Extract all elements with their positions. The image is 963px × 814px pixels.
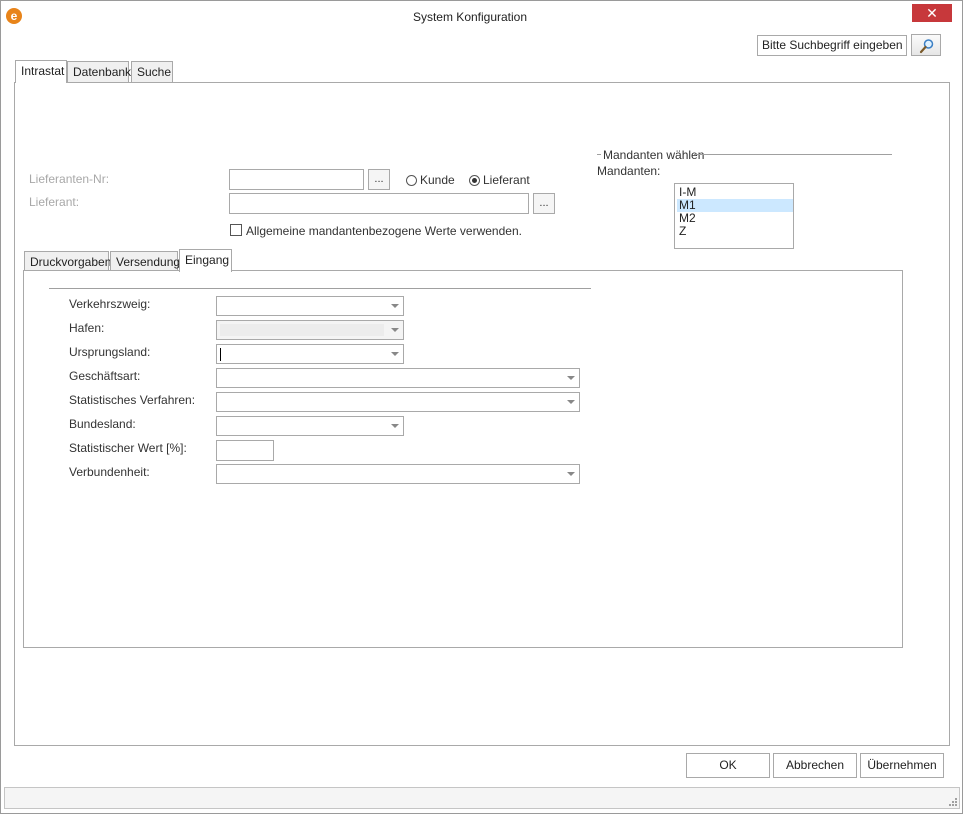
chevron-down-icon	[567, 376, 575, 380]
verkehrszweig-label: Verkehrszweig:	[69, 297, 151, 311]
statistischer-wert-input[interactable]	[216, 440, 274, 461]
bundesland-combo[interactable]	[216, 416, 404, 436]
bundesland-label: Bundesland:	[69, 417, 136, 431]
ursprungsland-combo[interactable]	[216, 344, 404, 364]
chevron-down-icon	[567, 400, 575, 404]
list-item[interactable]: Z	[677, 225, 793, 238]
resize-grip-icon[interactable]	[946, 795, 958, 807]
radio-kunde[interactable]	[406, 175, 417, 186]
lieferant-input[interactable]	[229, 193, 529, 214]
chevron-down-icon	[391, 424, 399, 428]
chevron-down-icon	[391, 352, 399, 356]
close-button[interactable]: ✕	[912, 4, 952, 22]
search-input[interactable]: Bitte Suchbegriff eingeben	[757, 35, 907, 56]
verbundenheit-label: Verbundenheit:	[69, 465, 150, 479]
abbrechen-button[interactable]: Abbrechen	[773, 753, 857, 778]
hafen-combo[interactable]	[216, 320, 404, 340]
uebernehmen-button[interactable]: Übernehmen	[860, 753, 944, 778]
list-item[interactable]: M2	[677, 212, 793, 225]
lieferant-label: Lieferant:	[29, 195, 80, 209]
mandanten-listbox[interactable]: I-M M1 M2 Z	[674, 183, 794, 249]
window-title: System Konfiguration	[412, 10, 528, 24]
radio-kunde-label: Kunde	[420, 173, 455, 187]
mandanten-group-title: Mandanten wählen	[603, 148, 705, 162]
lieferanten-nr-browse-button[interactable]: ...	[368, 169, 390, 190]
tab-versendung[interactable]: Versendung	[110, 251, 180, 272]
statistisches-verfahren-label: Statistisches Verfahren:	[69, 393, 196, 407]
lieferanten-nr-label: Lieferanten-Nr:	[29, 172, 110, 186]
combo-disabled-fill	[220, 324, 384, 336]
chevron-down-icon	[567, 472, 575, 476]
magnifier-icon	[919, 39, 934, 54]
hafen-label: Hafen:	[69, 321, 105, 335]
group-line-left	[597, 154, 601, 155]
mandanten-werte-checkbox[interactable]	[230, 224, 242, 236]
verbundenheit-combo[interactable]	[216, 464, 580, 484]
text-caret	[220, 348, 221, 361]
lieferant-browse-button[interactable]: ...	[533, 193, 555, 214]
statistisches-verfahren-combo[interactable]	[216, 392, 580, 412]
radio-lieferant[interactable]	[469, 175, 480, 186]
tab-druckvorgaben[interactable]: Druckvorgaben	[24, 251, 111, 272]
mandanten-werte-checkbox-label: Allgemeine mandantenbezogene Werte verwe…	[246, 224, 522, 238]
ursprungsland-label: Ursprungsland:	[69, 345, 151, 359]
geschaeftsart-label: Geschäftsart:	[69, 369, 141, 383]
chevron-down-icon	[391, 304, 399, 308]
tab-eingang[interactable]: Eingang	[179, 249, 232, 272]
statistischer-wert-label: Statistischer Wert [%]:	[69, 441, 187, 455]
geschaeftsart-combo[interactable]	[216, 368, 580, 388]
search-button[interactable]	[911, 34, 941, 56]
group-line-right	[694, 154, 892, 155]
ok-button[interactable]: OK	[686, 753, 770, 778]
eingang-separator	[49, 288, 591, 289]
verkehrszweig-combo[interactable]	[216, 296, 404, 316]
tab-suche[interactable]: Suche	[131, 61, 173, 82]
tab-intrastat[interactable]: Intrastat	[15, 60, 67, 83]
status-bar	[4, 787, 960, 809]
radio-lieferant-label: Lieferant	[483, 173, 530, 187]
lieferanten-nr-input[interactable]	[229, 169, 364, 190]
eingang-panel	[23, 270, 903, 648]
mandanten-label: Mandanten:	[597, 164, 661, 178]
chevron-down-icon	[391, 328, 399, 332]
tab-datenbank[interactable]: Datenbank	[67, 61, 131, 82]
